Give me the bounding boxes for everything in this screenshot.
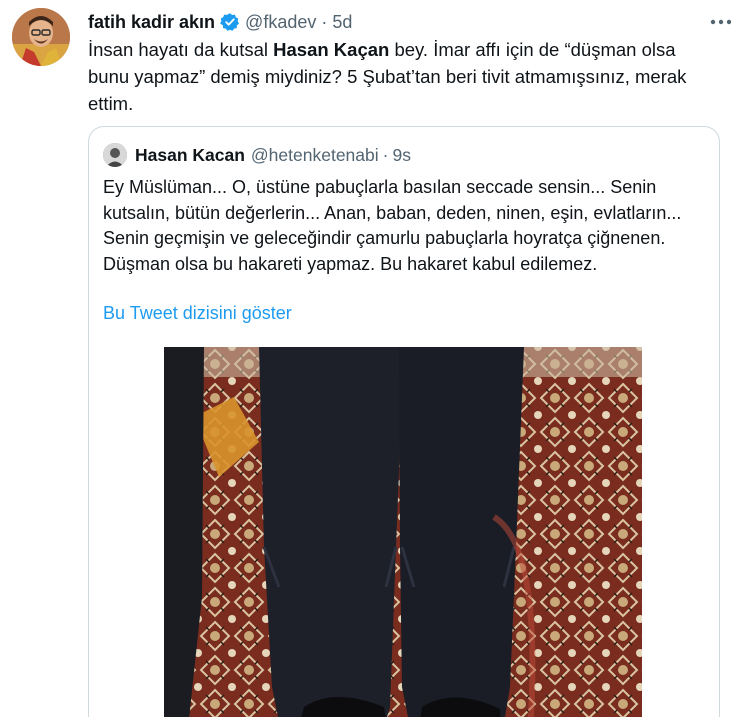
tweet[interactable]: fatih kadir akın @fkadev · 5d İnsan haya…	[0, 0, 756, 717]
quoted-tweet-image[interactable]	[164, 347, 642, 717]
tweet-timestamp[interactable]: 5d	[332, 12, 352, 33]
tweet-text: İnsan hayatı da kutsal Hasan Kaçan bey. …	[88, 36, 708, 117]
quoted-author-avatar	[103, 143, 127, 167]
quoted-author-handle: @hetenketenabi	[250, 144, 379, 165]
tweet-header: fatih kadir akın @fkadev · 5d	[88, 10, 352, 34]
quoted-tweet-text: Ey Müslüman... O, üstüne pabuçlarla bası…	[103, 177, 682, 274]
quoted-tweet[interactable]: Hasan Kacan @hetenketenabi · 9s Ey Müslü…	[88, 126, 720, 717]
author-avatar[interactable]	[12, 8, 70, 66]
quoted-tweet-header: Hasan Kacan @hetenketenabi · 9s	[103, 143, 411, 167]
quoted-separator: ·	[382, 144, 389, 165]
quoted-author-name: Hasan Kacan	[135, 144, 245, 165]
author-handle[interactable]: @fkadev	[245, 12, 316, 33]
mentioned-name: Hasan Kaçan	[273, 39, 390, 60]
more-options-icon[interactable]	[706, 10, 736, 34]
author-name[interactable]: fatih kadir akın	[88, 12, 215, 33]
separator: ·	[321, 11, 328, 32]
quoted-tweet-timestamp: 9s	[392, 144, 411, 165]
show-thread-link[interactable]: Bu Tweet dizisini göster	[103, 303, 292, 324]
tweet-text-before: İnsan hayatı da kutsal	[88, 39, 274, 60]
verified-badge-icon	[220, 12, 240, 32]
